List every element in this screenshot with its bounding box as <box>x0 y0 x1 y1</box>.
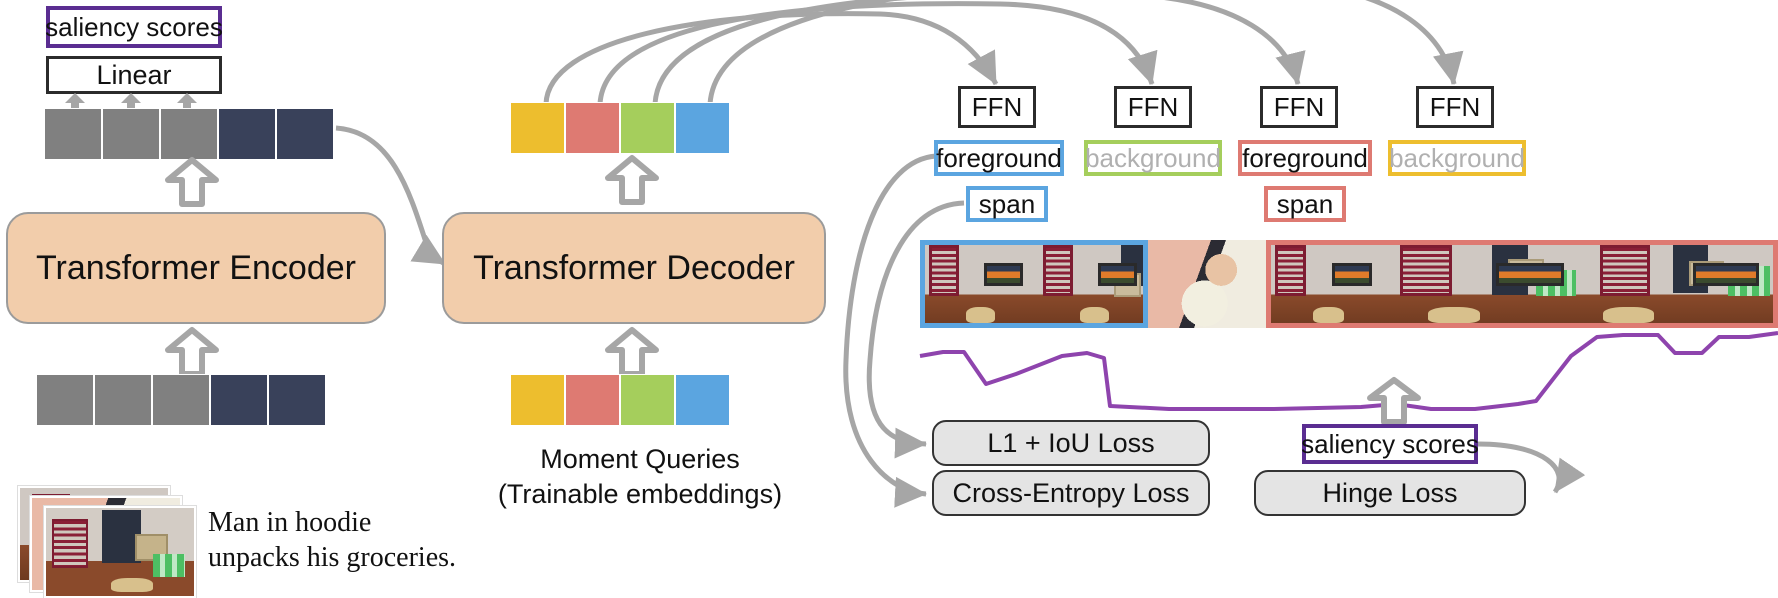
saliency-scores-label-top: saliency scores <box>45 11 223 42</box>
hinge-saliency-arrow <box>1367 377 1421 425</box>
ffn-box-3: FFN <box>1260 86 1338 128</box>
query-caption-line-1: Man in hoodie <box>208 507 372 538</box>
transformer-encoder-block: Transformer Encoder <box>6 212 386 324</box>
saliency-scores-label-bottom: saliency scores <box>1301 428 1479 459</box>
decoder-input-query-4 <box>675 374 730 426</box>
hinge-loss-box: Hinge Loss <box>1254 470 1526 516</box>
ffn-box-2: FFN <box>1114 86 1192 128</box>
span-label-2: span <box>1276 188 1334 219</box>
moment-queries-caption: Moment Queries (Trainable embeddings) <box>470 442 810 512</box>
encoder-input-token-5 <box>268 374 326 426</box>
linear-layer-label: Linear <box>96 59 172 90</box>
encoder-input-token-4 <box>210 374 268 426</box>
ffn-label-1: FFN <box>971 91 1023 122</box>
video-frame-3 <box>1148 240 1266 328</box>
transformer-decoder-block: Transformer Decoder <box>442 212 826 324</box>
encoder-input-token-1 <box>36 374 94 426</box>
decoder-output-query-4 <box>675 102 730 154</box>
decoder-input-query-2 <box>565 374 620 426</box>
cross-entropy-loss-label: Cross-Entropy Loss <box>952 477 1190 508</box>
decoder-input-query-3 <box>620 374 675 426</box>
transformer-encoder-label: Transformer Encoder <box>36 248 356 287</box>
arc-query1-to-ffn1 <box>543 11 999 105</box>
encoder-output-token-3 <box>160 108 218 160</box>
transformer-decoder-label: Transformer Decoder <box>473 248 795 287</box>
encoder-output-token-1 <box>44 108 102 160</box>
encoder-input-arrow <box>165 327 219 377</box>
class-box-4-background: background <box>1388 140 1526 176</box>
class-label-2: background <box>1085 142 1221 173</box>
encoder-input-token-2 <box>94 374 152 426</box>
class-label-3: foreground <box>1242 142 1368 173</box>
hinge-loss-label: Hinge Loss <box>1322 477 1458 508</box>
span-highlight-blue <box>920 240 1148 328</box>
span-box-1: span <box>966 186 1048 222</box>
decoder-output-query-3 <box>620 102 675 154</box>
decoder-input-query-1 <box>510 374 565 426</box>
decoder-output-query-1 <box>510 102 565 154</box>
l1-iou-loss-box: L1 + IoU Loss <box>932 420 1210 466</box>
class-box-3-foreground: foreground <box>1238 140 1372 176</box>
encoder-input-token-3 <box>152 374 210 426</box>
input-video-thumbnail-front <box>44 506 196 598</box>
saliency-curve <box>919 331 1778 411</box>
span-label-1: span <box>978 188 1036 219</box>
decoder-input-arrow <box>605 327 659 377</box>
diagram-canvas: saliency scores Linear Transformer Encod… <box>0 0 1778 598</box>
span-highlight-red <box>1266 240 1778 328</box>
decoder-output-arrow <box>605 155 659 205</box>
class-label-1: foreground <box>936 142 1062 173</box>
linear-layer-box: Linear <box>46 56 222 94</box>
class-box-2-background: background <box>1084 140 1222 176</box>
ffn-label-2: FFN <box>1127 91 1179 122</box>
ffn-box-4: FFN <box>1416 86 1494 128</box>
moment-queries-caption-line-1: Moment Queries <box>540 444 740 474</box>
encoder-output-arrow <box>165 157 219 207</box>
query-caption-line-2: unpacks his groceries. <box>208 542 457 573</box>
query-caption: Man in hoodie unpacks his groceries. <box>208 505 458 575</box>
span-box-2: span <box>1264 186 1346 222</box>
encoder-output-token-4 <box>218 108 276 160</box>
class-label-4: background <box>1389 142 1525 173</box>
cross-entropy-loss-box: Cross-Entropy Loss <box>932 470 1210 516</box>
encoder-output-token-5 <box>276 108 334 160</box>
saliency-scores-box-bottom: saliency scores <box>1301 424 1479 464</box>
decoder-output-query-2 <box>565 102 620 154</box>
ffn-box-1: FFN <box>958 86 1036 128</box>
ffn-label-4: FFN <box>1429 91 1481 122</box>
video-frame-strip <box>920 240 1778 328</box>
ffn-label-3: FFN <box>1273 91 1325 122</box>
encoder-output-token-2 <box>102 108 160 160</box>
moment-queries-caption-line-2: (Trainable embeddings) <box>497 479 783 510</box>
l1-iou-loss-label: L1 + IoU Loss <box>987 427 1155 458</box>
saliency-scores-box-top: saliency scores <box>45 6 223 48</box>
class-box-1-foreground: foreground <box>934 140 1064 176</box>
